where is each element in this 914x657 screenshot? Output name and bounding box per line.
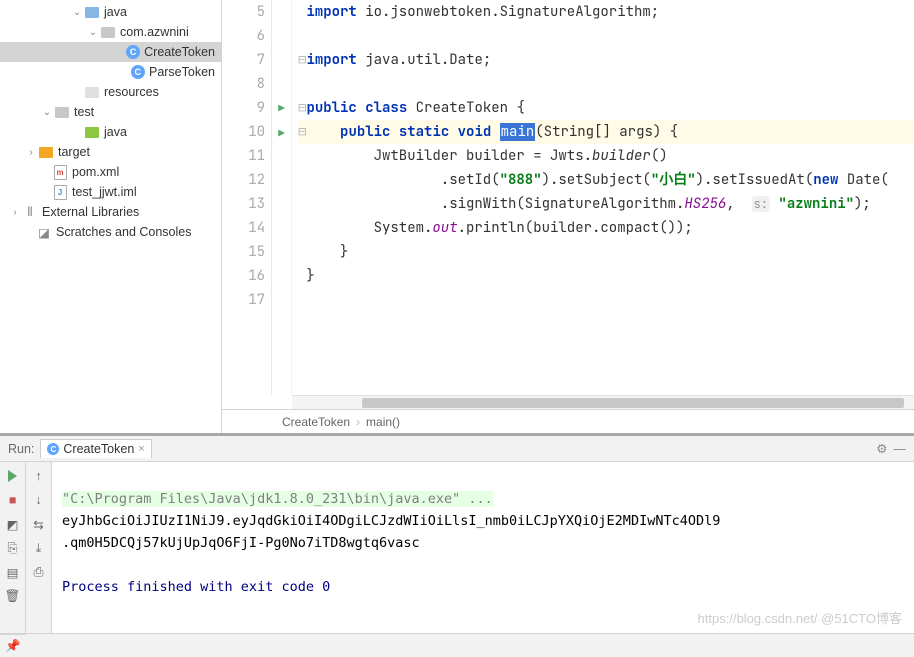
folder-icon [84,84,100,100]
class-icon: C [47,443,59,455]
tree-item[interactable]: ⌄ com.azwnini [0,22,221,42]
softwrap-icon[interactable]: ⇆ [29,514,49,534]
tree-item[interactable]: Jtest_jjwt.iml [0,182,221,202]
expand-arrow-icon[interactable]: › [8,207,22,218]
tree-item[interactable]: java [0,122,221,142]
tree-item-label: com.azwnini [120,25,195,39]
tree-item-label: ParseToken [149,65,221,79]
expand-arrow-icon[interactable]: ⌄ [86,27,100,38]
editor-horizontal-scrollbar[interactable] [292,395,914,409]
minimize-icon[interactable]: — [894,442,907,456]
chevron-right-icon: › [356,415,360,429]
tree-item-label: External Libraries [42,205,145,219]
file-icon: J [52,184,68,200]
down-icon[interactable]: ↓ [29,490,49,510]
tree-item[interactable]: ⌄ java [0,2,221,22]
expand-arrow-icon[interactable]: › [24,147,38,158]
watermark: https://blog.csdn.net/ @51CTO博客 [698,608,902,627]
scroll-to-end-icon[interactable]: ⤓ [29,538,49,558]
tree-item[interactable]: › target [0,142,221,162]
print-icon[interactable]: ⎙ [29,562,49,582]
run-toolbar-left2: ↑ ↓ ⇆ ⤓ ⎙ [26,462,52,633]
tree-item-label: CreateToken [144,45,221,59]
run-marker-icon[interactable]: ▶ [278,127,285,141]
close-icon[interactable]: × [138,443,144,455]
code-area[interactable]: 567891011121314151617 ▶▶ import io.jsonw… [222,0,914,395]
folder-icon [84,124,100,140]
line-gutter: 567891011121314151617 [222,0,272,395]
run-body: ■ ◩ ⎘ ▤ 🗑 ↑ ↓ ⇆ ⤓ ⎙ "C:\Program Files\Ja… [0,462,914,633]
expand-arrow-icon[interactable]: ⌄ [70,7,84,18]
tree-item-label: test_jjwt.iml [72,185,143,199]
exit-icon[interactable]: ⎘ [3,538,23,558]
folder-icon [84,4,100,20]
scratch-icon: ◪ [36,224,52,240]
tree-item-label: test [74,105,100,119]
breadcrumb-method[interactable]: main() [366,415,400,429]
tree-item[interactable]: resources [0,82,221,102]
run-panel: Run: C CreateToken × ⚙ — ■ ◩ ⎘ ▤ 🗑 ↑ ↓ [0,433,914,633]
tree-item[interactable]: ◪ Scratches and Consoles [0,222,221,242]
up-icon[interactable]: ↑ [29,466,49,486]
pin-icon[interactable]: 📌 [0,634,26,657]
run-label: Run: [8,442,34,456]
console-line: .qm0H5DCQj57kUjUpJqO6FjI-Pg0No7iTD8wgtq6… [62,535,420,551]
library-icon: ⫴ [22,204,38,220]
project-tree: ⌄ java ⌄ com.azwnini C CreateToken C ParseToken… [0,0,222,433]
trash-icon[interactable]: 🗑 [3,586,23,606]
run-toolbar-left: ■ ◩ ⎘ ▤ 🗑 [0,462,26,633]
fold-icon[interactable]: ⊟ [298,123,306,141]
stop-button[interactable]: ■ [3,490,23,510]
tree-item-label: java [104,125,133,139]
breadcrumb-class[interactable]: CreateToken [282,415,350,429]
folder-icon [100,24,116,40]
folder-icon [54,104,70,120]
tree-item[interactable]: C ParseToken [0,62,221,82]
expand-arrow-icon[interactable]: ⌄ [40,107,54,118]
run-gutter[interactable]: ▶▶ [272,0,292,395]
tree-item-label: target [58,145,96,159]
camera-icon[interactable]: ◩ [3,514,23,534]
gear-icon[interactable]: ⚙ [876,441,887,456]
run-header: Run: C CreateToken × ⚙ — [0,436,914,462]
tree-item-label: Scratches and Consoles [56,225,198,239]
folder-icon [38,144,54,160]
tree-item-label: java [104,5,133,19]
run-tab[interactable]: C CreateToken × [40,439,151,458]
rerun-button[interactable] [3,466,23,486]
editor: 567891011121314151617 ▶▶ import io.jsonw… [222,0,914,433]
code-lines[interactable]: import io.jsonwebtoken.SignatureAlgorith… [292,0,914,395]
console-command: "C:\Program Files\Java\jdk1.8.0_231\bin\… [62,491,493,507]
bottom-bar: 📌 [0,633,914,657]
layout-icon[interactable]: ▤ [3,562,23,582]
run-tab-label: CreateToken [63,442,134,456]
file-icon: m [52,164,68,180]
tree-item[interactable]: ⌄ test [0,102,221,122]
tree-item-label: resources [104,85,165,99]
console-exit: Process finished with exit code 0 [62,579,330,595]
tree-item[interactable]: ›⫴ External Libraries [0,202,221,222]
class-icon: C [126,44,140,60]
tree-item[interactable]: m pom.xml [0,162,221,182]
console-line: eyJhbGciOiJIUzI1NiJ9.eyJqdGkiOiI4ODgiLCJ… [62,513,720,529]
class-icon: C [131,64,145,80]
tree-item-label: pom.xml [72,165,125,179]
tree-item[interactable]: C CreateToken [0,42,221,62]
breadcrumb[interactable]: CreateToken › main() [222,409,914,433]
run-marker-icon[interactable]: ▶ [278,102,285,116]
